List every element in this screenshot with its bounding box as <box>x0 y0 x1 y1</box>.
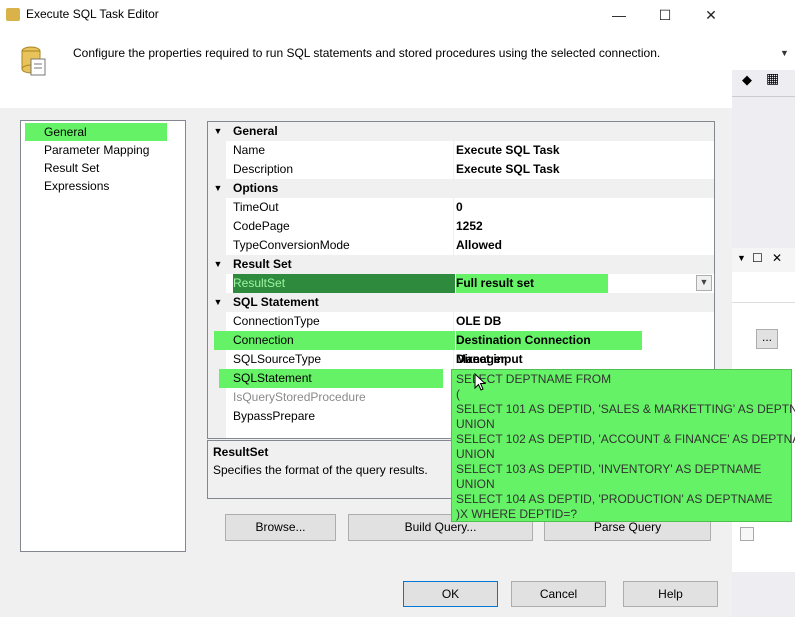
property-row-resultset[interactable]: ResultSet Full result set ▼ <box>208 274 714 293</box>
close-button[interactable]: ✕ <box>688 0 734 30</box>
header-description: Configure the properties required to run… <box>73 46 661 60</box>
nav-item-result-set[interactable]: Result Set <box>25 159 99 177</box>
navigation-pane: General Parameter Mapping Result Set Exp… <box>20 120 186 552</box>
divider <box>732 302 795 303</box>
divider <box>732 96 795 97</box>
title-bar: Execute SQL Task Editor — ☐ ✕ <box>0 0 732 30</box>
dropdown-arrow-icon[interactable]: ▼ <box>696 275 712 291</box>
database-script-icon <box>21 46 46 76</box>
property-row-codepage[interactable]: CodePage 1252 <box>208 217 714 236</box>
property-name: Connection <box>214 331 455 350</box>
ellipsis-button[interactable]: ... <box>756 329 778 349</box>
property-value[interactable]: 1252 <box>456 217 483 236</box>
collapse-icon[interactable]: ▼ <box>212 293 224 312</box>
property-row-timeout[interactable]: TimeOut 0 <box>208 198 714 217</box>
cancel-button[interactable]: Cancel <box>511 581 606 607</box>
property-value[interactable]: Allowed <box>456 236 502 255</box>
sql-line: UNION <box>456 447 495 461</box>
sql-line: SELECT 103 AS DEPTID, 'INVENTORY' AS DEP… <box>456 462 762 476</box>
category-label: SQL Statement <box>233 295 319 309</box>
property-name: IsQueryStoredProcedure <box>233 390 366 404</box>
sql-line: )X WHERE DEPTID=? <box>456 507 578 521</box>
nav-item-general[interactable]: General <box>25 123 167 141</box>
close-icon[interactable]: ✕ <box>772 251 782 265</box>
property-name: TimeOut <box>233 200 279 214</box>
maximize-icon[interactable]: ☐ <box>752 251 763 265</box>
background-app-panel: ▼ ◆ ▦ ▼ ☐ ✕ ... <box>732 0 795 617</box>
sql-line: SELECT 101 AS DEPTID, 'SALES & MARKETTIN… <box>456 402 795 416</box>
property-value[interactable]: Destination Connection Manager <box>456 331 642 366</box>
minimize-button[interactable]: — <box>596 0 642 30</box>
category-label: General <box>233 124 278 138</box>
category-label: Options <box>233 181 279 195</box>
cube-icon[interactable]: ◆ <box>742 72 752 88</box>
property-row-connection[interactable]: Connection Destination Connection Manage… <box>208 331 714 366</box>
property-row-name[interactable]: Name Execute SQL Task <box>208 141 714 160</box>
property-name: BypassPrepare <box>233 409 316 423</box>
execute-sql-task-editor-dialog: Execute SQL Task Editor — ☐ ✕ Configure … <box>0 0 732 617</box>
property-name: ResultSet <box>233 274 455 293</box>
browse-button[interactable]: Browse... <box>225 514 336 541</box>
ok-button[interactable]: OK <box>403 581 498 607</box>
category-label: Result Set <box>233 257 292 271</box>
property-row-connectiontype[interactable]: ConnectionType OLE DB <box>208 312 714 331</box>
dropdown-arrow-icon[interactable]: ▼ <box>737 253 746 263</box>
dropdown-arrow-icon[interactable]: ▼ <box>780 48 789 58</box>
sql-line: UNION <box>456 477 495 491</box>
property-name: CodePage <box>233 219 290 233</box>
property-value[interactable]: Execute SQL Task <box>456 160 560 179</box>
collapse-icon[interactable]: ▼ <box>212 122 224 141</box>
collapse-icon[interactable]: ▼ <box>212 179 224 198</box>
property-name: ConnectionType <box>233 314 320 328</box>
nav-item-expressions[interactable]: Expressions <box>25 177 109 195</box>
property-name: SQLStatement <box>219 369 443 388</box>
property-value[interactable]: Execute SQL Task <box>456 141 560 160</box>
sql-statement-popup[interactable]: SELECT DEPTNAME FROM ( SELECT 101 AS DEP… <box>451 369 795 522</box>
app-icon <box>6 8 20 21</box>
description-text: Specifies the format of the query result… <box>213 463 428 477</box>
collapse-icon[interactable]: ▼ <box>212 255 224 274</box>
mouse-cursor-icon <box>474 373 487 391</box>
property-name: TypeConversionMode <box>233 238 350 252</box>
property-name: Name <box>233 143 266 157</box>
help-button[interactable]: Help <box>623 581 718 607</box>
bg-toolbar-area: ▼ <box>732 0 795 70</box>
nav-item-parameter-mapping[interactable]: Parameter Mapping <box>25 141 149 159</box>
bg-panel-header: ▼ ☐ ✕ <box>732 248 795 272</box>
property-row-description[interactable]: Description Execute SQL Task <box>208 160 714 179</box>
sql-line: SELECT 104 AS DEPTID, 'PRODUCTION' AS DE… <box>456 492 773 506</box>
sql-line: UNION <box>456 417 495 431</box>
property-row-typeconversionmode[interactable]: TypeConversionMode Allowed <box>208 236 714 255</box>
category-options[interactable]: ▼ Options <box>208 179 714 198</box>
sql-line: ( <box>456 387 460 401</box>
window-title: Execute SQL Task Editor <box>26 7 159 21</box>
property-value[interactable]: OLE DB <box>456 312 501 331</box>
table-icon[interactable]: ▦ <box>766 70 779 87</box>
maximize-button[interactable]: ☐ <box>642 0 688 30</box>
property-value[interactable]: Full result set <box>456 274 608 293</box>
description-title: ResultSet <box>213 445 269 459</box>
property-name: SQLSourceType <box>233 352 322 366</box>
property-row-sqlsourcetype[interactable]: SQLSourceType Direct input <box>208 350 714 369</box>
dialog-header: Configure the properties required to run… <box>0 30 732 108</box>
category-general[interactable]: ▼ General <box>208 122 714 141</box>
sql-line: SELECT 102 AS DEPTID, 'ACCOUNT & FINANCE… <box>456 432 795 446</box>
category-result-set[interactable]: ▼ Result Set <box>208 255 714 274</box>
property-value[interactable]: 0 <box>456 198 463 217</box>
property-value[interactable]: Direct input <box>456 350 523 369</box>
category-sql-statement[interactable]: ▼ SQL Statement <box>208 293 714 312</box>
bg-small-button[interactable] <box>740 527 754 541</box>
property-name: Description <box>233 162 294 176</box>
